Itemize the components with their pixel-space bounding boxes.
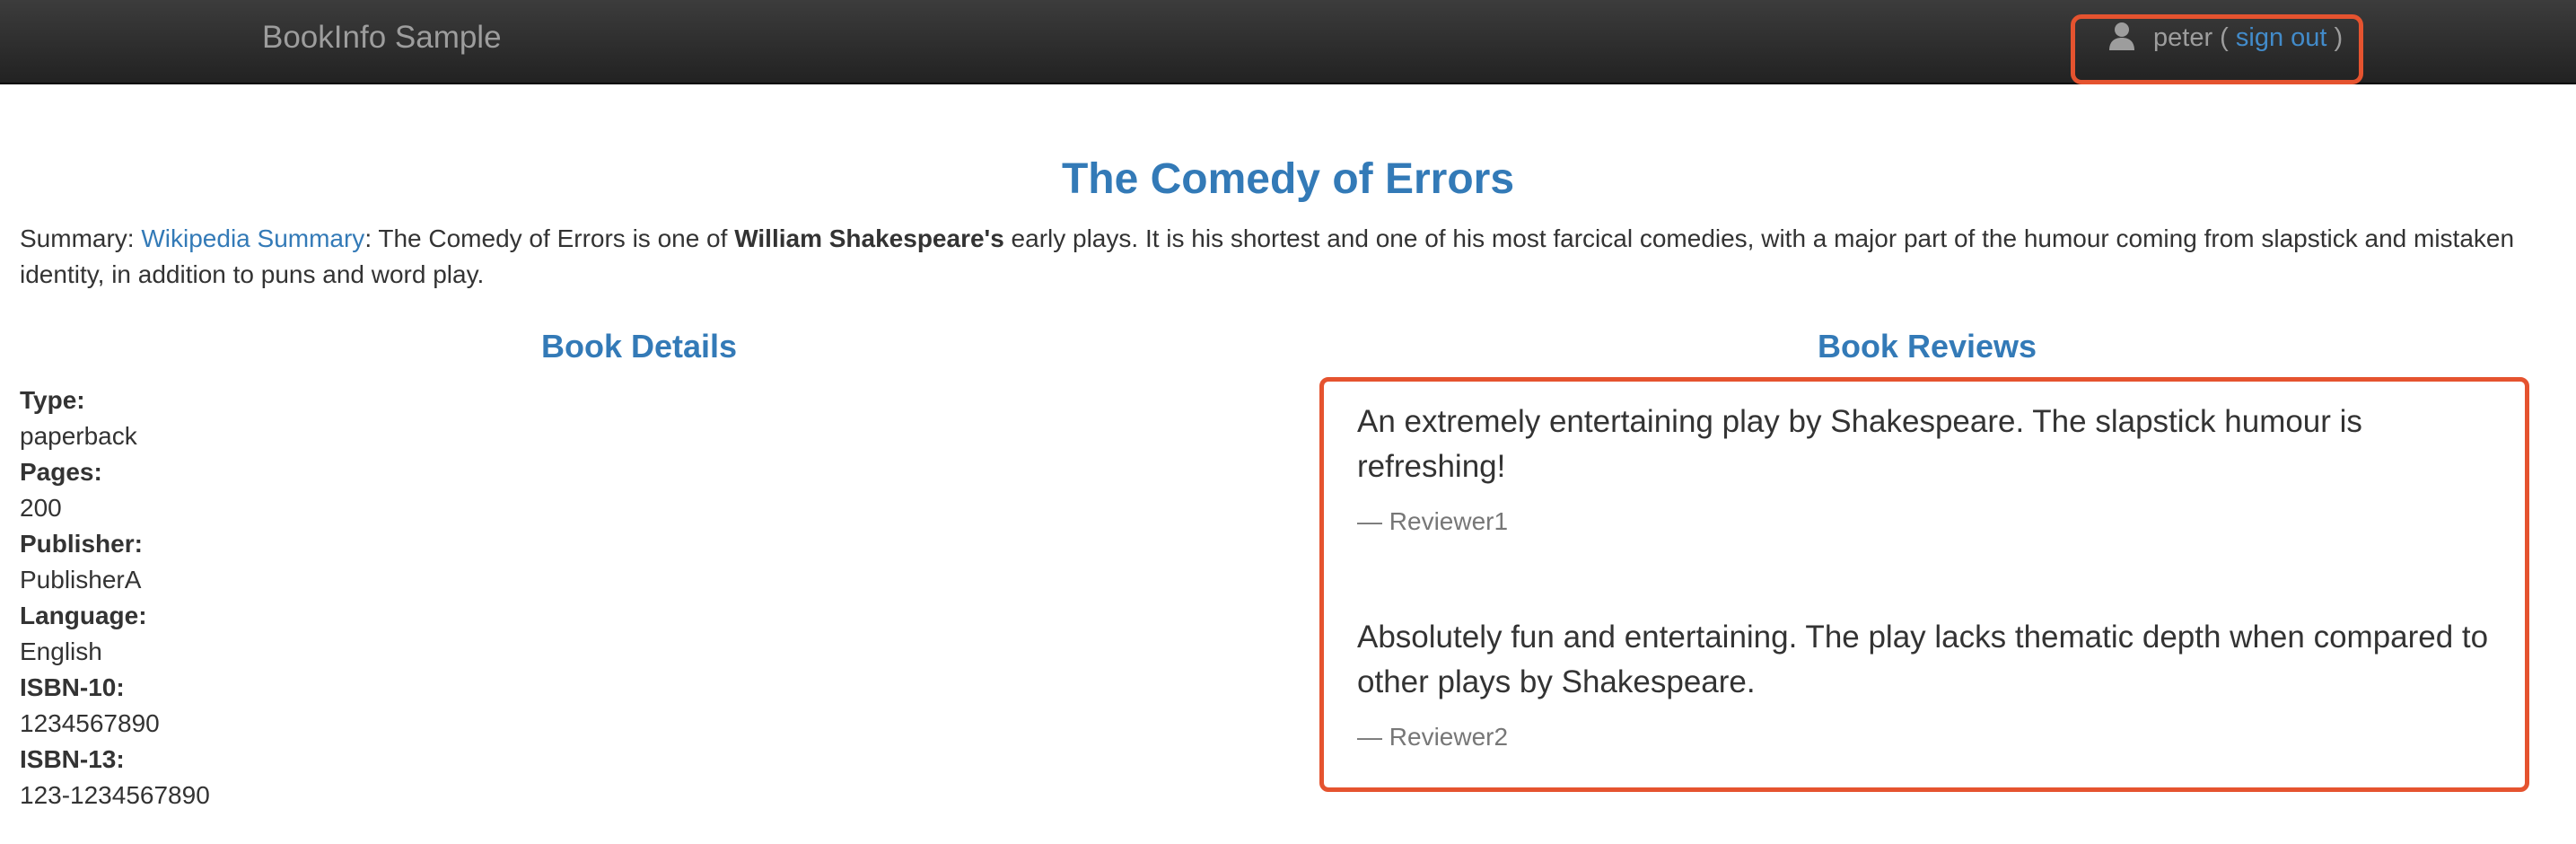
review-author: — Reviewer1: [1357, 507, 1509, 535]
detail-label-publisher: Publisher:: [20, 530, 143, 558]
detail-value-isbn10: 1234567890: [20, 709, 160, 737]
summary-text-1: : The Comedy of Errors is one of: [364, 224, 735, 252]
book-details-list: Type: paperback Pages: 200 Publisher: Pu…: [20, 382, 738, 813]
sign-out-link[interactable]: sign out: [2236, 23, 2327, 52]
wikipedia-summary-link[interactable]: Wikipedia Summary: [141, 224, 364, 252]
username: peter: [2153, 23, 2213, 52]
detail-value-language: English: [20, 637, 102, 665]
detail-label-isbn10: ISBN-10:: [20, 673, 125, 701]
review-item: Absolutely fun and entertaining. The pla…: [1357, 615, 2515, 755]
detail-value-type: paperback: [20, 422, 137, 450]
review-author: — Reviewer2: [1357, 723, 1509, 751]
detail-value-isbn13: 123-1234567890: [20, 781, 210, 809]
paren-open: (: [2212, 23, 2236, 52]
summary-bold-author: William Shakespeare's: [734, 224, 1004, 252]
detail-label-isbn13: ISBN-13:: [20, 745, 125, 773]
book-title: The Comedy of Errors: [1061, 155, 1515, 203]
detail-value-publisher: PublisherA: [20, 566, 142, 593]
brand-link[interactable]: BookInfo Sample: [262, 18, 502, 57]
detail-label-type: Type:: [20, 386, 85, 414]
book-summary: Summary: Wikipedia Summary: The Comedy o…: [20, 221, 2560, 293]
detail-label-pages: Pages:: [20, 458, 102, 486]
book-reviews-heading: Book Reviews: [1817, 328, 2037, 365]
summary-label: Summary:: [20, 224, 142, 252]
review-item: An extremely entertaining play by Shakes…: [1357, 400, 2515, 540]
book-details-heading: Book Details: [540, 328, 738, 365]
user-status: peter ( sign out ): [2153, 20, 2343, 56]
paren-close: ): [2326, 23, 2344, 52]
detail-value-pages: 200: [20, 494, 62, 522]
user-icon: [2108, 22, 2135, 50]
detail-label-language: Language:: [20, 602, 147, 629]
review-text: An extremely entertaining play by Shakes…: [1357, 404, 2362, 484]
review-text: Absolutely fun and entertaining. The pla…: [1357, 620, 2489, 699]
